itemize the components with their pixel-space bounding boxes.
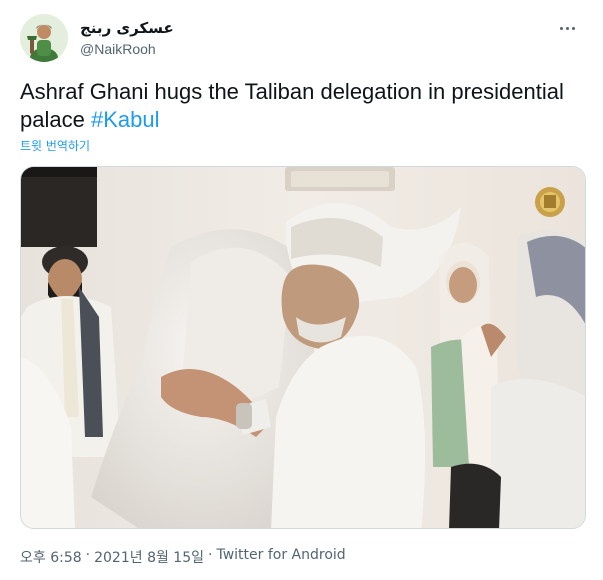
avatar-icon (20, 14, 68, 62)
tweet-card: عسكرى ربنج @NaikRooh Ashraf Ghani hugs t… (0, 0, 603, 580)
tweet-text: Ashraf Ghani hugs the Taliban delegation… (20, 78, 580, 134)
meta-separator: · (208, 547, 213, 563)
tweet-source: Twitter for Android (216, 547, 346, 563)
translate-tweet-link[interactable]: 트윗 번역하기 (20, 137, 90, 154)
meta-separator: · (85, 547, 91, 563)
tweet-date[interactable]: 2021년 8월 15일 (94, 547, 204, 567)
avatar[interactable] (20, 14, 68, 62)
more-dot-icon (559, 26, 563, 30)
tweet-header: عسكرى ربنج @NaikRooh (20, 12, 587, 64)
tweet-photo[interactable] (20, 166, 586, 529)
more-options-button[interactable] (553, 18, 581, 38)
tweet-time[interactable]: 오후 6:58 (20, 547, 82, 567)
more-dot-icon (565, 26, 569, 30)
hashtag-link[interactable]: #Kabul (91, 107, 160, 132)
tweet-metadata: 오후 6:58 · 2021년 8월 15일 · Twitter for And… (20, 547, 346, 567)
display-name[interactable]: عسكرى ربنج (80, 18, 174, 38)
hug-photo (21, 167, 585, 528)
more-dot-icon (571, 26, 575, 30)
user-handle[interactable]: @NaikRooh (80, 39, 174, 59)
user-names: عسكرى ربنج @NaikRooh (80, 18, 174, 59)
